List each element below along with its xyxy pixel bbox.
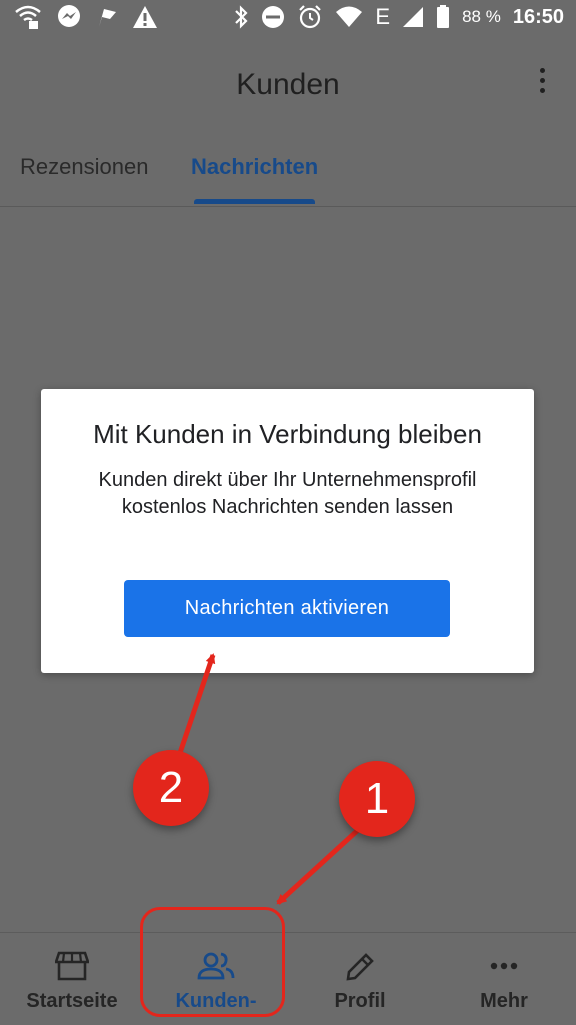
step-badge-2: 2 (133, 750, 209, 826)
annotation-arrows (177, 653, 360, 905)
highlight-box (140, 907, 285, 1017)
arrow-1 (276, 828, 360, 905)
arrow-2 (177, 653, 216, 754)
step-badge-1: 1 (339, 761, 415, 837)
